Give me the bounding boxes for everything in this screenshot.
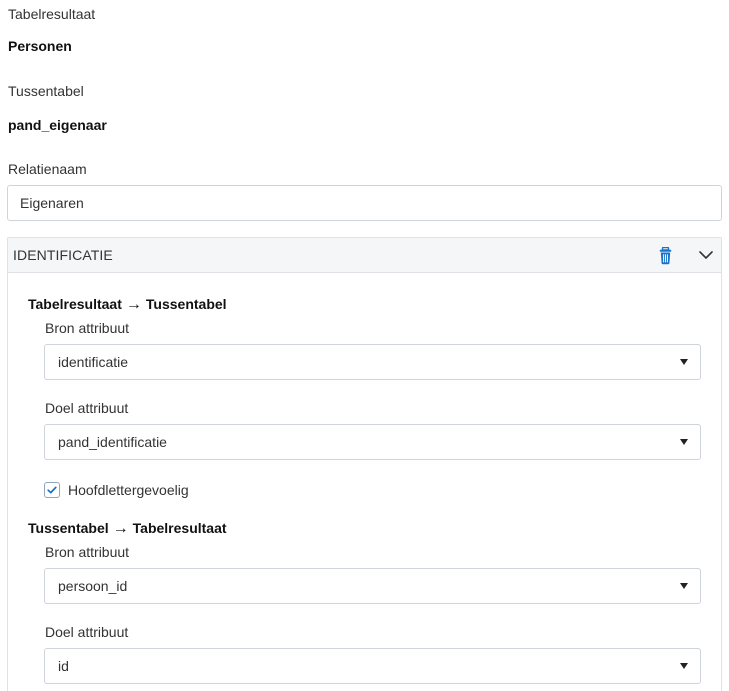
- source-attribute-label: Bron attribuut: [45, 320, 130, 336]
- case-sensitive-checkbox[interactable]: [44, 482, 60, 498]
- source-attribute-select[interactable]: persoon_id: [44, 568, 701, 604]
- source-attribute-label: Bron attribuut: [45, 544, 130, 560]
- section-title-junction-to-result: Tussentabel → Tabelresultaat: [28, 520, 227, 538]
- arrow-right-icon: →: [112, 520, 129, 537]
- caret-down-icon: [680, 439, 688, 445]
- caret-down-icon: [680, 583, 688, 589]
- select-value: persoon_id: [58, 578, 128, 594]
- caret-down-icon: [680, 663, 688, 669]
- caret-down-icon: [680, 359, 688, 365]
- panel-header[interactable]: IDENTIFICATIE: [8, 238, 721, 273]
- section-to: Tussentabel: [145, 296, 227, 312]
- relation-name-input[interactable]: [7, 185, 722, 221]
- table-result-label: Tabelresultaat: [8, 6, 96, 22]
- panel-title: IDENTIFICATIE: [13, 247, 113, 263]
- section-title-source-to-junction: Tabelresultaat → Tussentabel: [28, 296, 227, 314]
- case-sensitive-label: Hoofdlettergevoelig: [68, 482, 189, 498]
- section-from: Tussentabel: [28, 520, 109, 536]
- section-to: Tabelresultaat: [132, 520, 227, 536]
- target-attribute-select[interactable]: pand_identificatie: [44, 424, 701, 460]
- select-value: pand_identificatie: [58, 434, 167, 450]
- arrow-right-icon: →: [125, 296, 142, 313]
- select-value: identificatie: [58, 354, 129, 370]
- target-attribute-label: Doel attribuut: [45, 624, 129, 640]
- relation-panel: IDENTIFICATIE Tabelresultaat → Tussentabel…: [7, 237, 722, 691]
- target-attribute-select[interactable]: id: [44, 648, 701, 684]
- table-result-value: Personen: [8, 38, 72, 54]
- trash-icon[interactable]: [659, 246, 675, 265]
- section-from: Tabelresultaat: [28, 296, 122, 312]
- junction-table-value: pand_eigenaar: [8, 117, 107, 133]
- junction-table-label: Tussentabel: [8, 83, 84, 99]
- source-attribute-select[interactable]: identificatie: [44, 344, 701, 380]
- target-attribute-label: Doel attribuut: [45, 400, 129, 416]
- relation-name-label: Relatienaam: [8, 161, 87, 177]
- chevron-down-icon[interactable]: [697, 246, 715, 264]
- select-value: id: [58, 658, 69, 674]
